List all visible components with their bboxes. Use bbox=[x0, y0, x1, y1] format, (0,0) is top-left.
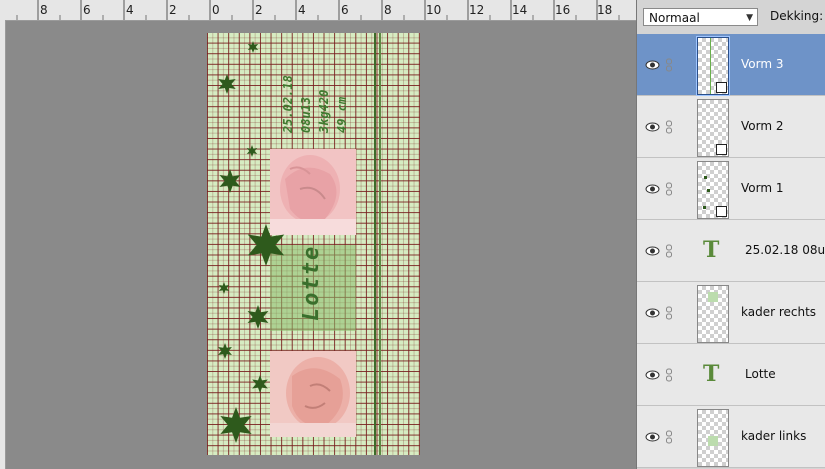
ruler-label: 4 bbox=[126, 3, 134, 17]
eye-icon[interactable] bbox=[645, 58, 660, 72]
text-layer-icon: T bbox=[703, 237, 720, 263]
eye-icon[interactable] bbox=[645, 430, 660, 444]
layer-thumbnail bbox=[697, 161, 729, 219]
horizontal-ruler[interactable]: 8 6 4 2 0 2 4 6 8 10 12 14 16 18 bbox=[0, 0, 636, 21]
blend-mode-value: Normaal bbox=[649, 11, 700, 25]
ruler-label: 16 bbox=[555, 3, 571, 17]
ruler-label: 6 bbox=[83, 3, 91, 17]
eye-icon[interactable] bbox=[645, 120, 660, 134]
ruler-label: 2 bbox=[255, 3, 263, 17]
eye-icon[interactable] bbox=[645, 306, 660, 320]
link-icon[interactable] bbox=[665, 120, 673, 134]
layer-name: kader links bbox=[741, 429, 807, 443]
shape-mask-icon bbox=[716, 144, 727, 155]
layer-name: Vorm 3 bbox=[741, 57, 784, 71]
layer-thumbnail bbox=[697, 37, 729, 95]
layer-name: kader rechts bbox=[741, 305, 817, 319]
ruler-label: 8 bbox=[40, 3, 48, 17]
layer-name: Lotte bbox=[745, 367, 776, 381]
ruler-label: 8 bbox=[384, 3, 392, 17]
link-icon[interactable] bbox=[665, 306, 673, 320]
ruler-label: 12 bbox=[469, 3, 485, 17]
ruler-label: 6 bbox=[341, 3, 349, 17]
link-icon[interactable] bbox=[665, 368, 673, 382]
star-shapes bbox=[218, 41, 285, 443]
layer-row-vorm-1[interactable]: Vorm 1 bbox=[637, 158, 825, 220]
layer-row-lotte-text[interactable]: T Lotte bbox=[637, 344, 825, 406]
eye-icon[interactable] bbox=[645, 182, 660, 196]
layer-name: Vorm 1 bbox=[741, 181, 784, 195]
layer-thumbnail bbox=[697, 99, 729, 157]
layer-row-date-text[interactable]: T 25.02.18 08u1 bbox=[637, 220, 825, 282]
opacity-label: Dekking: bbox=[770, 9, 824, 23]
layer-row-kader-links[interactable]: kader links bbox=[637, 406, 825, 468]
layer-row-vorm-2[interactable]: Vorm 2 bbox=[637, 96, 825, 158]
document-canvas[interactable]: 25.02.18 08u13 3kg420 49 cm Lotte bbox=[207, 33, 420, 455]
blend-mode-select[interactable]: Normaal ▼ bbox=[643, 8, 758, 26]
ruler-label: 0 bbox=[212, 3, 220, 17]
layer-name: Vorm 2 bbox=[741, 119, 784, 133]
layer-thumbnail bbox=[697, 409, 729, 467]
link-icon[interactable] bbox=[665, 182, 673, 196]
layer-thumbnail bbox=[697, 285, 729, 343]
ruler-label: 10 bbox=[426, 3, 442, 17]
eye-icon[interactable] bbox=[645, 368, 660, 382]
layer-row-vorm-3[interactable]: Vorm 3 bbox=[637, 34, 825, 96]
ruler-label: 14 bbox=[512, 3, 528, 17]
ruler-label: 4 bbox=[298, 3, 306, 17]
layers-panel: Normaal ▼ Dekking: Vorm 3 Vorm 2 Vorm 1 bbox=[636, 0, 825, 469]
eye-icon[interactable] bbox=[645, 244, 660, 258]
shape-mask-icon bbox=[716, 206, 727, 217]
ruler-label: 2 bbox=[169, 3, 177, 17]
dropdown-arrow-icon: ▼ bbox=[746, 13, 753, 23]
layer-row-kader-rechts[interactable]: kader rechts bbox=[637, 282, 825, 344]
text-layer-icon: T bbox=[703, 361, 720, 387]
link-icon[interactable] bbox=[665, 58, 673, 72]
link-icon[interactable] bbox=[665, 430, 673, 444]
link-icon[interactable] bbox=[665, 244, 673, 258]
ruler-label: 18 bbox=[597, 3, 613, 17]
shape-mask-icon bbox=[716, 82, 727, 93]
layer-name: 25.02.18 08u1 bbox=[745, 243, 825, 257]
ruler-ticks bbox=[16, 0, 620, 20]
